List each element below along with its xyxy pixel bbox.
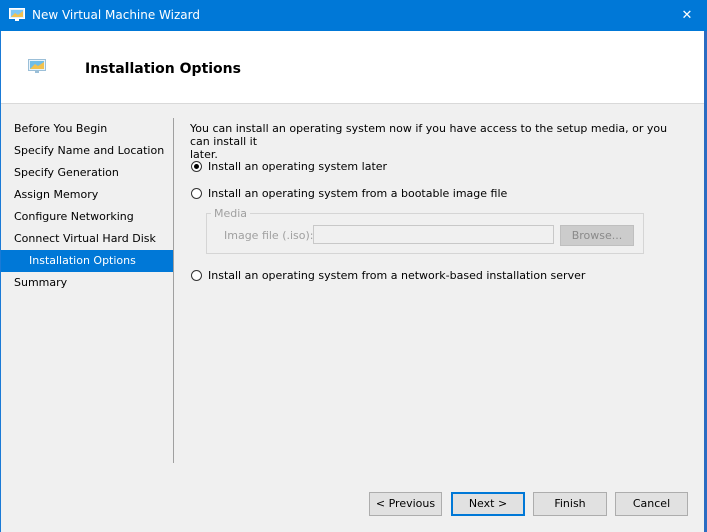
option-install-from-network-label: Install an operating system from a netwo…: [208, 269, 586, 282]
radio-install-from-network[interactable]: [191, 270, 202, 281]
nav-item-label: Specify Name and Location: [14, 144, 165, 157]
option-install-later[interactable]: Install an operating system later: [191, 160, 387, 173]
option-install-from-image[interactable]: Install an operating system from a boota…: [191, 187, 507, 200]
nav-item-connect-virtual-hard-disk[interactable]: Connect Virtual Hard Disk: [1, 228, 173, 250]
nav-item-label: Connect Virtual Hard Disk: [14, 232, 156, 245]
radio-install-later[interactable]: [191, 161, 202, 172]
window-title: New Virtual Machine Wizard: [32, 8, 200, 22]
cancel-button[interactable]: Cancel: [615, 492, 688, 516]
page-title: Installation Options: [85, 61, 241, 77]
nav-item-configure-networking[interactable]: Configure Networking: [1, 206, 173, 228]
title-bar: New Virtual Machine Wizard ✕: [0, 0, 707, 31]
media-group-legend: Media: [211, 207, 251, 220]
nav-divider: [173, 118, 174, 463]
radio-install-from-image[interactable]: [191, 188, 202, 199]
intro-text: You can install an operating system now …: [190, 122, 680, 161]
intro-line-1: You can install an operating system now …: [190, 122, 668, 148]
nav-item-label: Configure Networking: [14, 210, 134, 223]
nav-item-specify-generation[interactable]: Specify Generation: [1, 162, 173, 184]
close-button[interactable]: ✕: [667, 0, 707, 31]
nav-item-label: Summary: [14, 276, 68, 289]
nav-item-before-you-begin[interactable]: Before You Begin: [1, 118, 173, 140]
image-file-input[interactable]: [313, 225, 554, 244]
nav-item-summary[interactable]: Summary: [1, 272, 173, 294]
virtual-machine-icon: [28, 59, 46, 76]
nav-item-installation-options[interactable]: Installation Options: [1, 250, 173, 272]
option-install-from-network[interactable]: Install an operating system from a netwo…: [191, 269, 585, 282]
wizard-header: Installation Options: [1, 31, 704, 104]
previous-button[interactable]: < Previous: [369, 492, 442, 516]
nav-item-assign-memory[interactable]: Assign Memory: [1, 184, 173, 206]
finish-button[interactable]: Finish: [533, 492, 607, 516]
option-install-later-label: Install an operating system later: [208, 160, 388, 173]
option-install-from-image-label: Install an operating system from a boota…: [208, 187, 508, 200]
virtual-machine-icon: [9, 8, 25, 25]
close-icon: ✕: [681, 8, 693, 23]
nav-item-label: Assign Memory: [14, 188, 99, 201]
nav-item-label: Before You Begin: [14, 122, 108, 135]
browse-button[interactable]: Browse...: [560, 225, 634, 246]
nav-item-specify-name-and-location[interactable]: Specify Name and Location: [1, 140, 173, 162]
nav-item-label: Installation Options: [29, 254, 136, 267]
image-file-label: Image file (.iso):: [224, 229, 314, 242]
next-button[interactable]: Next >: [451, 492, 525, 516]
wizard-steps-nav: Before You Begin Specify Name and Locati…: [1, 118, 173, 294]
nav-item-label: Specify Generation: [14, 166, 119, 179]
